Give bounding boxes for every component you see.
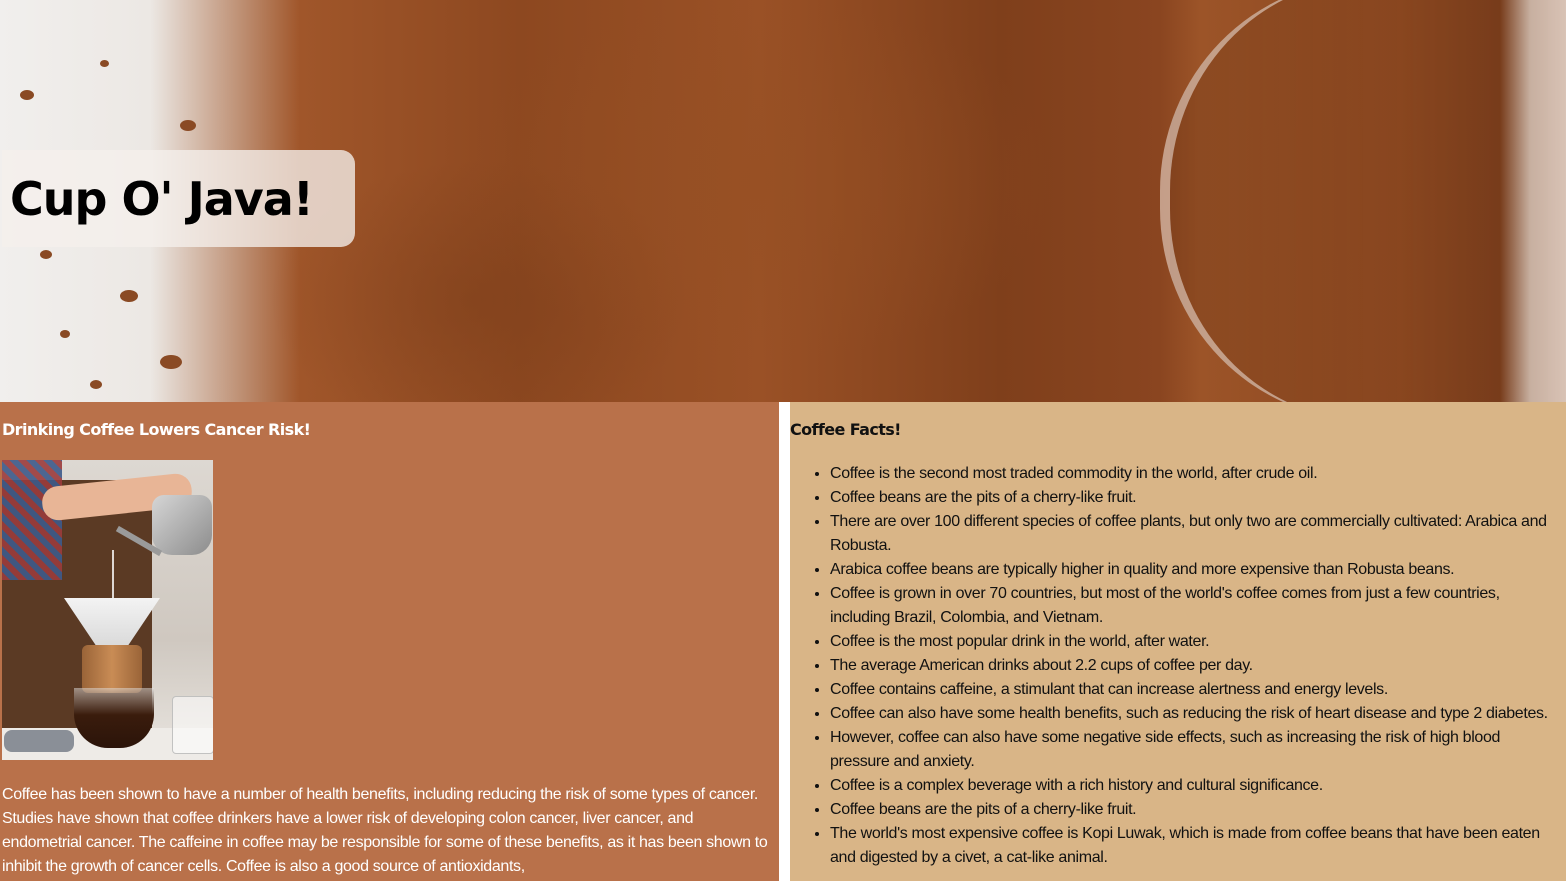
coffee-speck bbox=[120, 290, 138, 302]
photo-cloth bbox=[4, 730, 74, 752]
coffee-speck bbox=[20, 90, 34, 100]
coffee-speck bbox=[100, 60, 109, 67]
coffee-speck bbox=[40, 250, 52, 259]
hero-bowl-image bbox=[1160, 0, 1566, 402]
fact-item: Coffee beans are the pits of a cherry-li… bbox=[830, 486, 1560, 510]
coffee-speck bbox=[180, 120, 196, 131]
cancer-risk-heading: Drinking Coffee Lowers Cancer Risk! bbox=[2, 420, 311, 439]
photo-kettle bbox=[152, 495, 212, 555]
hero-banner: Cup O' Java! bbox=[0, 0, 1566, 402]
column-divider bbox=[779, 402, 790, 881]
site-title: Cup O' Java! bbox=[10, 172, 314, 226]
pour-over-coffee-image bbox=[2, 460, 213, 760]
page: Cup O' Java! Drinking Coffee Lowers Canc… bbox=[0, 0, 1566, 881]
photo-chemex-carafe bbox=[74, 688, 154, 748]
fact-item: The average American drinks about 2.2 cu… bbox=[830, 654, 1560, 678]
fact-item: There are over 100 different species of … bbox=[830, 510, 1560, 558]
fact-item: However, coffee can also have some negat… bbox=[830, 726, 1560, 774]
photo-chemex-collar bbox=[82, 645, 142, 693]
fact-item: Coffee is a complex beverage with a rich… bbox=[830, 774, 1560, 798]
cancer-risk-paragraph: Coffee has been shown to have a number o… bbox=[2, 786, 768, 875]
fact-item: Arabica coffee beans are typically highe… bbox=[830, 558, 1560, 582]
coffee-speck bbox=[160, 355, 182, 369]
fact-item: Coffee contains caffeine, a stimulant th… bbox=[830, 678, 1560, 702]
coffee-speck bbox=[90, 380, 102, 389]
fact-item: The world's most expensive coffee is Kop… bbox=[830, 822, 1560, 870]
fact-item: Coffee beans are the pits of a cherry-li… bbox=[830, 798, 1560, 822]
photo-glass bbox=[172, 696, 213, 754]
coffee-speck bbox=[60, 330, 70, 338]
fact-item: Coffee is grown in over 70 countries, bu… bbox=[830, 582, 1560, 630]
coffee-facts-heading: Coffee Facts! bbox=[790, 420, 901, 439]
fact-item: Coffee is the most popular drink in the … bbox=[830, 630, 1560, 654]
photo-shirt bbox=[2, 460, 62, 580]
fact-item: Coffee can also have some health benefit… bbox=[830, 702, 1560, 726]
fact-item: Coffee is the second most traded commodi… bbox=[830, 462, 1560, 486]
coffee-facts-list: Coffee is the second most traded commodi… bbox=[790, 462, 1560, 870]
